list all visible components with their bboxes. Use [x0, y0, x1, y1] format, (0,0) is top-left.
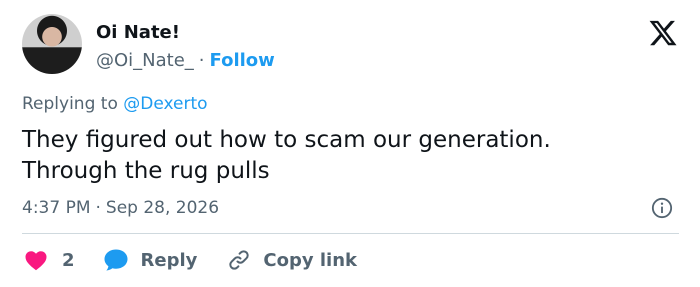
action-bar: 2 Reply Copy link	[24, 247, 357, 273]
heart-icon	[25, 251, 47, 271]
link-icon	[229, 250, 250, 270]
like-count: 2	[62, 249, 75, 271]
tweet-text-line: They figured out how to scam our generat…	[22, 127, 551, 153]
display-name[interactable]: Oi Nate!	[96, 22, 180, 43]
reply-label: Reply	[140, 249, 198, 271]
copy-link-label: Copy link	[263, 249, 357, 271]
follow-button[interactable]: Follow	[210, 50, 275, 71]
tweet-timestamp[interactable]: 4:37 PM · Sep 28, 2026	[22, 198, 219, 218]
reply-context: Replying to @Dexerto	[22, 94, 208, 114]
tweet-date: Sep 28, 2026	[105, 198, 220, 218]
separator: ·	[198, 50, 205, 71]
tweet-text-line: Through the rug pulls	[22, 158, 270, 184]
speech-bubble-icon	[104, 249, 128, 271]
copy-link-button[interactable]: Copy link	[227, 248, 357, 272]
divider	[22, 233, 679, 234]
info-icon[interactable]	[651, 197, 673, 219]
user-handle[interactable]: @Oi_Nate_	[96, 50, 194, 71]
x-logo-icon[interactable]	[648, 18, 678, 48]
avatar[interactable]	[22, 14, 82, 74]
reply-prefix: Replying to	[22, 94, 124, 114]
tweet-time: 4:37 PM	[22, 198, 91, 218]
like-button[interactable]: 2	[24, 249, 103, 271]
handle-row: @Oi_Nate_ · Follow	[96, 50, 275, 71]
mention-link[interactable]: @Dexerto	[123, 94, 207, 114]
separator: ·	[95, 198, 101, 218]
reply-button[interactable]: Reply	[103, 248, 228, 272]
tweet-text: They figured out how to scam our generat…	[22, 125, 662, 187]
